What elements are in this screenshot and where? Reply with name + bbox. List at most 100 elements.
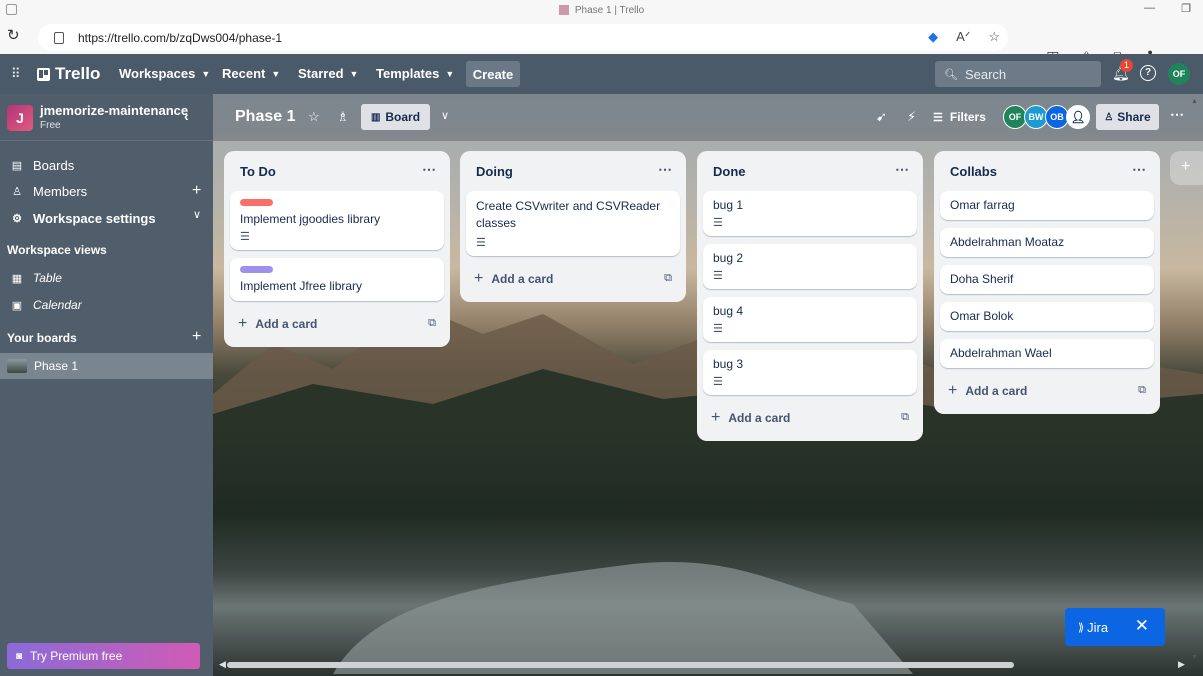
scroll-down-arrow-icon[interactable]: ▼ — [1191, 654, 1198, 661]
card[interactable]: Abdelrahman Wael — [940, 339, 1154, 368]
card[interactable]: bug 1 ☰ — [703, 191, 917, 236]
recent-menu[interactable]: Recent ▼ — [222, 66, 280, 81]
workspace-name[interactable]: jmemorize-maintenance — [40, 103, 188, 118]
list-menu-icon[interactable]: ⋯ — [422, 161, 436, 178]
share-button[interactable]: ♙ Share — [1096, 104, 1159, 130]
user-avatar[interactable]: OF — [1168, 63, 1190, 85]
jira-banner[interactable]: ⟫ Jira ✕ — [1065, 608, 1165, 646]
card-template-icon[interactable]: ⧉ — [428, 317, 436, 330]
restore-icon[interactable]: ❐ — [1181, 2, 1191, 15]
scroll-up-arrow-icon[interactable]: ▲ — [1191, 98, 1198, 105]
vertical-scrollbar[interactable]: ▲ ▼ — [1189, 94, 1201, 676]
close-icon[interactable]: ✕ — [1135, 616, 1149, 636]
notifications-button[interactable]: 🔔︎ 1 — [1112, 59, 1133, 82]
card[interactable]: Abdelrahman Moataz — [940, 228, 1154, 257]
power-ups-icon[interactable]: ➹ — [876, 109, 887, 125]
list-collabs[interactable]: Collabs ⋯ Omar farrag Abdelrahman Moataz … — [934, 151, 1160, 414]
chevron-down-icon: ▼ — [349, 68, 359, 79]
premium-label: Try Premium free — [30, 649, 123, 663]
automation-icon[interactable]: ⚡︎ — [907, 109, 916, 125]
chevron-down-icon: ▼ — [271, 68, 281, 79]
scroll-left-arrow-icon[interactable]: ◀ — [219, 659, 226, 670]
board-title[interactable]: Phase 1 — [235, 108, 295, 126]
help-icon[interactable]: ? — [1140, 65, 1156, 81]
list-menu-icon[interactable]: ⋯ — [1132, 161, 1146, 178]
list-menu-icon[interactable]: ⋯ — [895, 161, 909, 178]
board-view-label: Board — [385, 110, 421, 124]
list-header[interactable]: Doing ⋯ — [466, 151, 680, 191]
card-title: Omar farrag — [950, 198, 1015, 212]
add-card-button[interactable]: + Add a card ⧉ — [703, 403, 917, 433]
search-input[interactable]: 🔍︎ Search — [935, 61, 1101, 87]
try-premium-button[interactable]: ◙ Try Premium free — [7, 643, 200, 669]
url-text[interactable]: https://trello.com/b/zqDws004/phase-1 — [78, 31, 282, 45]
list-doing[interactable]: Doing ⋯ Create CSVwriter and CSVReader cl… — [460, 151, 686, 302]
card[interactable]: Implement Jfree library — [230, 258, 444, 301]
sidebar-item-table[interactable]: ▦ Table — [10, 271, 62, 285]
list-title[interactable]: To Do — [240, 164, 276, 179]
card[interactable]: Implement jgoodies library ☰ — [230, 191, 444, 250]
card-template-icon[interactable]: ⧉ — [1138, 384, 1146, 397]
card-template-icon[interactable]: ⧉ — [901, 411, 909, 424]
star-icon[interactable]: ☆ — [308, 109, 320, 125]
board-members[interactable]: OF BW OB 👤︎ — [1003, 105, 1090, 129]
trello-logo[interactable]: Trello — [37, 64, 100, 84]
card[interactable]: Create CSVwriter and CSVReader classes ☰ — [466, 191, 680, 256]
filter-icon: ☰ — [933, 111, 943, 124]
card[interactable]: Omar Bolok — [940, 302, 1154, 331]
chevron-down-icon[interactable]: ∨ — [193, 208, 201, 221]
card[interactable]: bug 4 ☰ — [703, 297, 917, 342]
sidebar-item-calendar[interactable]: ▣ Calendar — [10, 298, 82, 312]
list-header[interactable]: Collabs ⋯ — [940, 151, 1154, 191]
create-button[interactable]: Create — [466, 61, 520, 87]
card-template-icon[interactable]: ⧉ — [664, 272, 672, 285]
collapse-sidebar-icon[interactable]: ‹ — [184, 108, 189, 124]
chevron-down-icon[interactable]: ∨ — [441, 109, 449, 122]
sidebar-item-label: Table — [33, 271, 62, 285]
card-label[interactable] — [240, 266, 273, 273]
reload-icon[interactable]: ↻ — [7, 28, 23, 44]
card-title: Abdelrahman Moataz — [950, 235, 1065, 249]
card[interactable]: bug 3 ☰ — [703, 350, 917, 395]
add-board-icon[interactable]: + — [192, 328, 201, 346]
templates-menu[interactable]: Templates ▼ — [376, 66, 454, 81]
list-header[interactable]: To Do ⋯ — [230, 151, 444, 191]
board-view-icon: ▥ — [370, 111, 381, 123]
card-label[interactable] — [240, 199, 273, 206]
url-bar[interactable]: https://trello.com/b/zqDws004/phase-1 ◆ … — [38, 24, 1008, 51]
card-title: Abdelrahman Wael — [950, 346, 1052, 360]
sidebar-item-boards[interactable]: ▤ Boards — [10, 158, 74, 173]
minimize-icon[interactable]: — — [1144, 2, 1155, 15]
board-view-button[interactable]: ▥ Board — [361, 104, 430, 130]
add-card-button[interactable]: + Add a card ⧉ — [940, 376, 1154, 406]
read-aloud-icon[interactable]: Aᐟ — [956, 29, 970, 45]
card[interactable]: bug 2 ☰ — [703, 244, 917, 289]
filters-button[interactable]: ☰ Filters — [933, 110, 986, 124]
starred-menu[interactable]: Starred ▼ — [298, 66, 358, 81]
lock-icon — [54, 31, 64, 44]
list-title[interactable]: Done — [713, 164, 746, 179]
horizontal-scrollbar[interactable] — [227, 662, 1014, 668]
favorite-star-icon[interactable]: ☆ — [988, 29, 1000, 45]
app-switcher-icon[interactable]: ⠿ — [11, 67, 23, 80]
sidebar-item-board-phase-1[interactable]: Phase 1 — [0, 353, 213, 379]
visibility-icon[interactable]: ♗ — [337, 109, 349, 125]
member-avatar-placeholder[interactable]: 👤︎ — [1066, 105, 1090, 129]
scroll-right-arrow-icon[interactable]: ▶ — [1178, 659, 1185, 670]
workspaces-menu[interactable]: Workspaces ▼ — [119, 66, 210, 81]
sidebar-item-members[interactable]: ♙ Members — [10, 184, 87, 199]
list-menu-icon[interactable]: ⋯ — [658, 161, 672, 178]
add-member-icon[interactable]: + — [192, 182, 201, 200]
card[interactable]: Omar farrag — [940, 191, 1154, 220]
more-icon[interactable]: ⋯ — [1170, 106, 1184, 123]
list-done[interactable]: Done ⋯ bug 1 ☰ bug 2 ☰ bug 4 ☰ bug 3 ☰ + Add a… — [697, 151, 923, 441]
sidebar-item-workspace-settings[interactable]: ⚙ Workspace settings — [10, 211, 156, 226]
add-card-button[interactable]: + Add a card ⧉ — [230, 309, 444, 339]
list-to-do[interactable]: To Do ⋯ Implement jgoodies library ☰ Impl… — [224, 151, 450, 347]
list-header[interactable]: Done ⋯ — [703, 151, 917, 191]
add-card-button[interactable]: + Add a card ⧉ — [466, 264, 680, 294]
list-title[interactable]: Collabs — [950, 164, 997, 179]
shopping-tag-icon[interactable]: ◆ — [928, 29, 938, 45]
card[interactable]: Doha Sherif — [940, 265, 1154, 294]
list-title[interactable]: Doing — [476, 164, 513, 179]
